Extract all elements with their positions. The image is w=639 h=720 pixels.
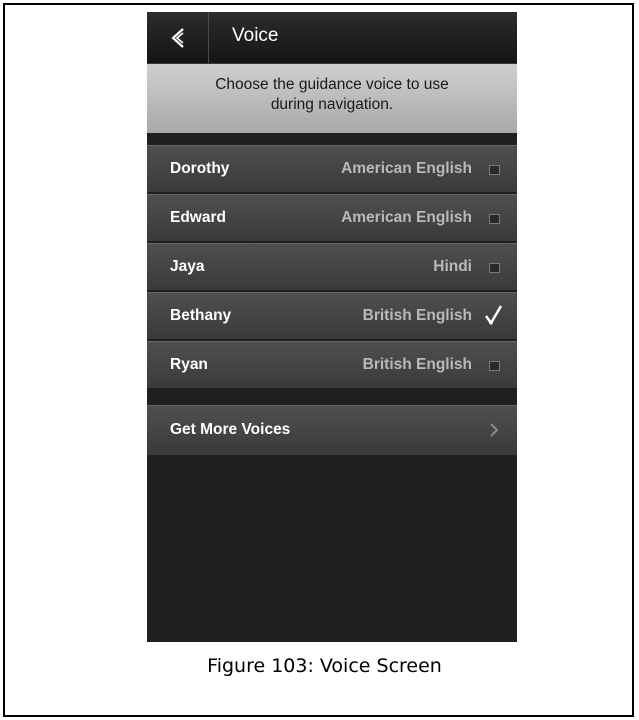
phone-screen: Voice Choose the guidance voice to use d… [147,12,517,642]
figure-frame: Voice Choose the guidance voice to use d… [3,3,634,717]
unchecked-box-icon[interactable] [489,361,500,371]
voice-language: British English [362,356,472,373]
back-button[interactable] [147,12,209,63]
voice-language: British English [362,307,472,324]
voice-name: Jaya [170,258,205,275]
voice-row-jaya[interactable]: Jaya Hindi [147,243,517,290]
voice-language: American English [341,209,472,226]
voice-language: Hindi [433,258,472,275]
unchecked-box-icon[interactable] [489,165,500,175]
voice-description: Choose the guidance voice to use during … [147,64,517,133]
top-bar: Voice [147,12,517,64]
description-line-2: during navigation. [270,96,394,113]
unchecked-box-icon[interactable] [489,263,500,273]
chevron-right-icon [490,423,499,437]
voice-name: Edward [170,209,226,226]
voice-row-bethany[interactable]: Bethany British English [147,292,517,339]
voice-name: Dorothy [170,160,230,177]
voice-language: American English [341,160,472,177]
checkmark-icon[interactable] [484,304,504,326]
voice-name: Ryan [170,356,208,373]
get-more-voices-label: Get More Voices [170,421,291,438]
description-line-1: Choose the guidance voice to use [215,76,449,93]
voice-row-dorothy[interactable]: Dorothy American English [147,145,517,192]
figure-caption: Figure 103: Voice Screen [207,655,442,677]
back-arrow-icon [170,27,184,48]
voice-list: Dorothy American English Edward American… [147,145,517,390]
get-more-voices-button[interactable]: Get More Voices [147,405,517,455]
voice-row-edward[interactable]: Edward American English [147,194,517,241]
voice-row-ryan[interactable]: Ryan British English [147,341,517,388]
voice-name: Bethany [170,307,232,324]
unchecked-box-icon[interactable] [489,214,500,224]
page-title: Voice [232,25,279,46]
